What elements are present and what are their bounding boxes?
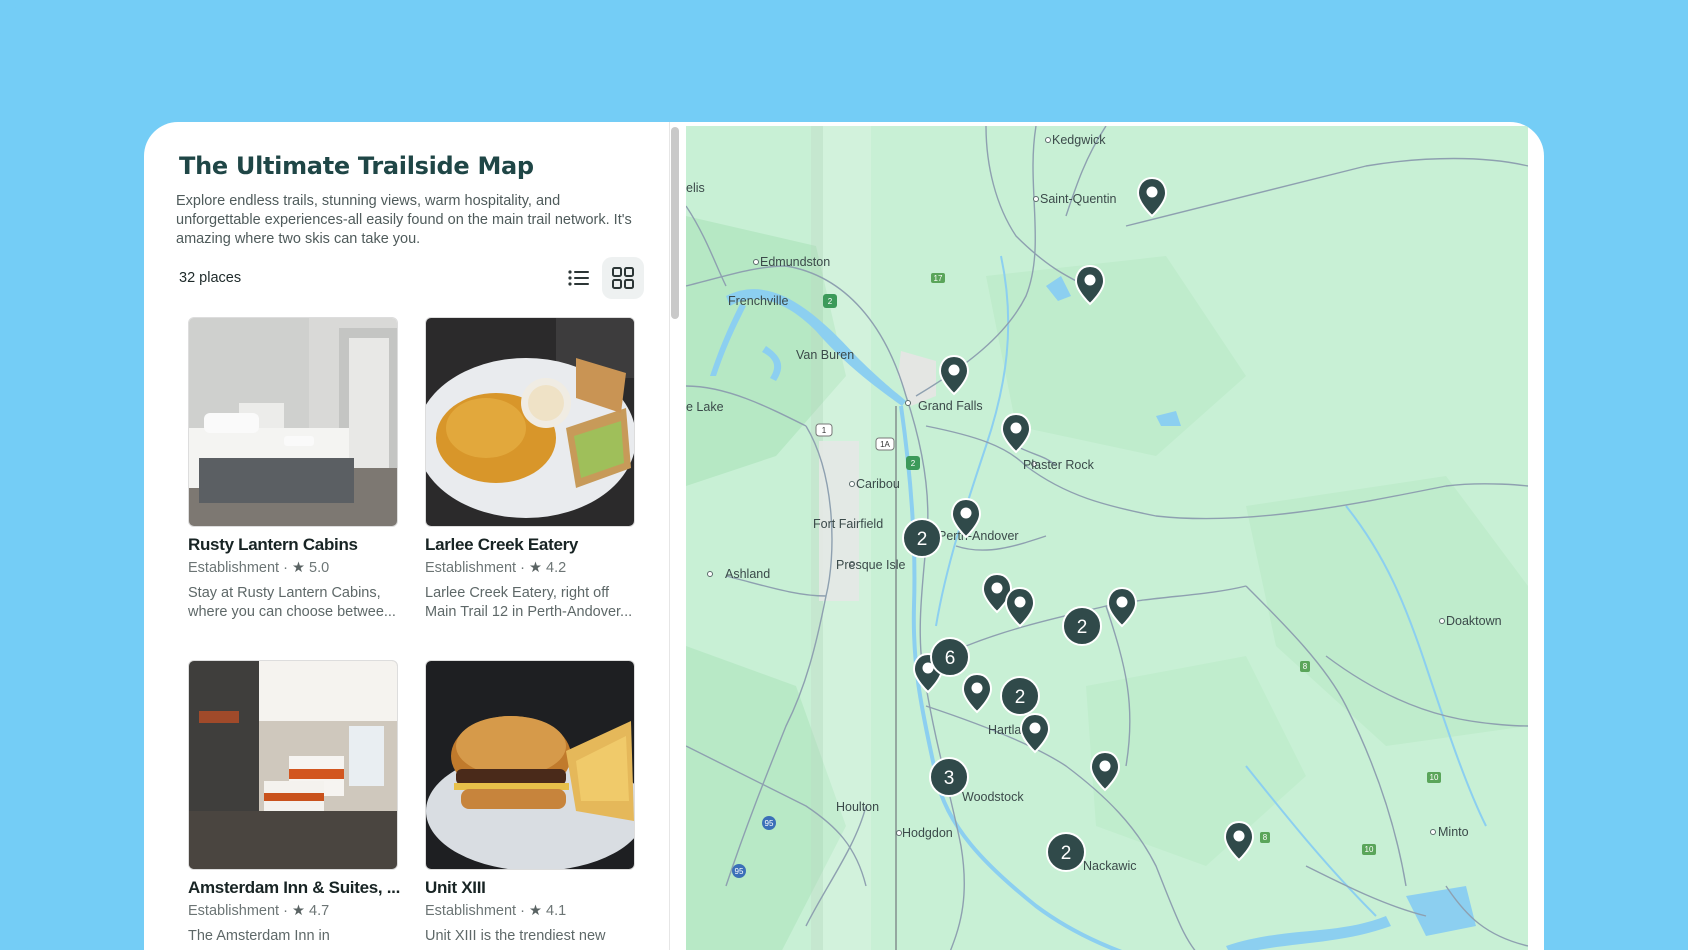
route-shield: 8: [1303, 662, 1308, 671]
map-card: The Ultimate Trailside Map Explore endle…: [144, 122, 1544, 950]
place-photo[interactable]: [425, 660, 635, 870]
route-shield: 10: [1430, 773, 1439, 782]
map-label: Doaktown: [1446, 614, 1502, 628]
place-description-line: Main Trail 12 in Perth-Andover...: [425, 604, 633, 620]
place-type: Establishment: [188, 903, 280, 919]
map-label: Hodgdon: [902, 826, 953, 840]
grid-view-button[interactable]: [602, 257, 644, 299]
map-label: Presque Isle: [836, 558, 906, 572]
panel-divider: [669, 122, 670, 950]
place-name[interactable]: Unit XIII: [425, 878, 640, 898]
list-icon: [568, 270, 589, 286]
place-card[interactable]: Rusty Lantern Cabins Establishment · ★ 5…: [188, 317, 398, 620]
route-shield: 95: [765, 819, 774, 828]
map-label: Minto: [1438, 825, 1469, 839]
route-shield: 2: [911, 459, 916, 468]
place-description: Unit XIII is the trendiest new: [425, 927, 635, 946]
map-label: Grand Falls: [918, 399, 983, 413]
map[interactable]: 17 2 1 1A 2 95 95 8 10 8 10 Kedgwick Sai…: [686, 126, 1528, 950]
star-icon: ★: [528, 903, 542, 919]
place-meta: Establishment · ★ 4.7: [188, 903, 330, 919]
route-shield: 10: [1365, 845, 1374, 854]
place-description: The Amsterdam Inn in: [188, 927, 398, 946]
place-description-line: Stay at Rusty Lantern Cabins,: [188, 585, 381, 601]
map-label: Perth-Andover: [938, 529, 1019, 543]
route-shield: 1A: [880, 440, 890, 449]
map-label: Woodstock: [962, 790, 1024, 804]
description-line: Explore endless trails, stunning views, …: [176, 193, 561, 209]
star-icon: ★: [528, 560, 542, 576]
place-rating: 4.2: [546, 560, 567, 576]
places-count: 32 places: [179, 270, 242, 286]
map-cluster[interactable]: 2: [902, 518, 942, 558]
star-icon: ★: [291, 560, 305, 576]
place-name[interactable]: Amsterdam Inn & Suites, ...: [188, 878, 403, 898]
cluster-count: 2: [917, 529, 928, 550]
place-photo[interactable]: [188, 317, 398, 527]
map-label: Kedgwick: [1052, 133, 1106, 147]
map-label: Frenchville: [728, 294, 788, 308]
scrollbar[interactable]: [671, 127, 679, 319]
cluster-count: 3: [944, 768, 955, 789]
place-name[interactable]: Larlee Creek Eatery: [425, 535, 640, 555]
place-type: Establishment: [188, 560, 280, 576]
place-description-line: Larlee Creek Eatery, right off: [425, 585, 610, 601]
place-meta: Establishment · ★ 4.2: [425, 560, 567, 576]
page-title: The Ultimate Trailside Map: [179, 152, 534, 180]
star-icon: ★: [291, 903, 305, 919]
cluster-count: 2: [1015, 687, 1026, 708]
place-description-line: The Amsterdam Inn in: [188, 928, 330, 944]
place-description-line: where you can choose betwee...: [188, 604, 396, 620]
place-card[interactable]: Amsterdam Inn & Suites, ... Establishmen…: [188, 660, 400, 944]
route-shield: 95: [735, 867, 744, 876]
place-description-line: Unit XIII is the trendiest new: [425, 928, 606, 944]
place-photo[interactable]: [188, 660, 398, 870]
map-cluster[interactable]: 2: [1046, 832, 1086, 872]
map-label: Nackawic: [1083, 859, 1137, 873]
route-shield: 8: [1263, 833, 1268, 842]
map-cluster[interactable]: 3: [929, 757, 969, 797]
place-description: Larlee Creek Eatery, right off Main Trai…: [425, 584, 635, 622]
grid-icon: [612, 267, 634, 289]
description-line: amazing where two skis can take you.: [176, 231, 421, 247]
page-description: Explore endless trails, stunning views, …: [176, 192, 656, 249]
map-canvas[interactable]: 17 2 1 1A 2 95 95 8 10 8 10 Kedgwick Sai…: [686, 126, 1528, 950]
cluster-count: 2: [1061, 843, 1072, 864]
app-background: The Ultimate Trailside Map Explore endle…: [0, 0, 1688, 950]
place-name[interactable]: Rusty Lantern Cabins: [188, 535, 403, 555]
place-photo[interactable]: [425, 317, 635, 527]
map-label: Houlton: [836, 800, 879, 814]
map-cluster[interactable]: 2: [1062, 606, 1102, 646]
route-shield: 17: [934, 274, 943, 283]
map-label: Caribou: [856, 477, 900, 491]
place-card[interactable]: Larlee Creek Eatery Establishment · ★ 4.…: [425, 317, 635, 620]
place-meta: Establishment · ★ 4.1: [425, 903, 567, 919]
map-label: Plaster Rock: [1023, 458, 1095, 472]
map-label: Edmundston: [760, 255, 830, 269]
cluster-count: 2: [1077, 617, 1088, 638]
place-rating: 5.0: [309, 560, 330, 576]
map-label: e Lake: [686, 400, 724, 414]
description-line: unforgettable experiences-all easily fou…: [176, 212, 632, 228]
map-label: elis: [686, 181, 705, 195]
places-panel: The Ultimate Trailside Map Explore endle…: [144, 122, 669, 950]
map-label: Van Buren: [796, 348, 854, 362]
map-label: Ashland: [725, 567, 770, 581]
place-card[interactable]: Unit XIII Establishment · ★ 4.1 Unit XII…: [425, 660, 635, 944]
map-cluster[interactable]: 2: [1000, 676, 1040, 716]
place-meta: Establishment · ★ 5.0: [188, 560, 330, 576]
route-shield: 2: [828, 297, 833, 306]
map-label: Fort Fairfield: [813, 517, 883, 531]
place-rating: 4.7: [309, 903, 330, 919]
map-cluster[interactable]: 6: [930, 637, 970, 677]
place-type: Establishment: [425, 903, 517, 919]
list-view-button[interactable]: [558, 257, 600, 299]
map-label: Saint-Quentin: [1040, 192, 1116, 206]
place-description: Stay at Rusty Lantern Cabins, where you …: [188, 584, 398, 622]
place-type: Establishment: [425, 560, 517, 576]
cluster-count: 6: [945, 648, 956, 669]
route-shield: 1: [822, 426, 827, 435]
place-rating: 4.1: [546, 903, 567, 919]
